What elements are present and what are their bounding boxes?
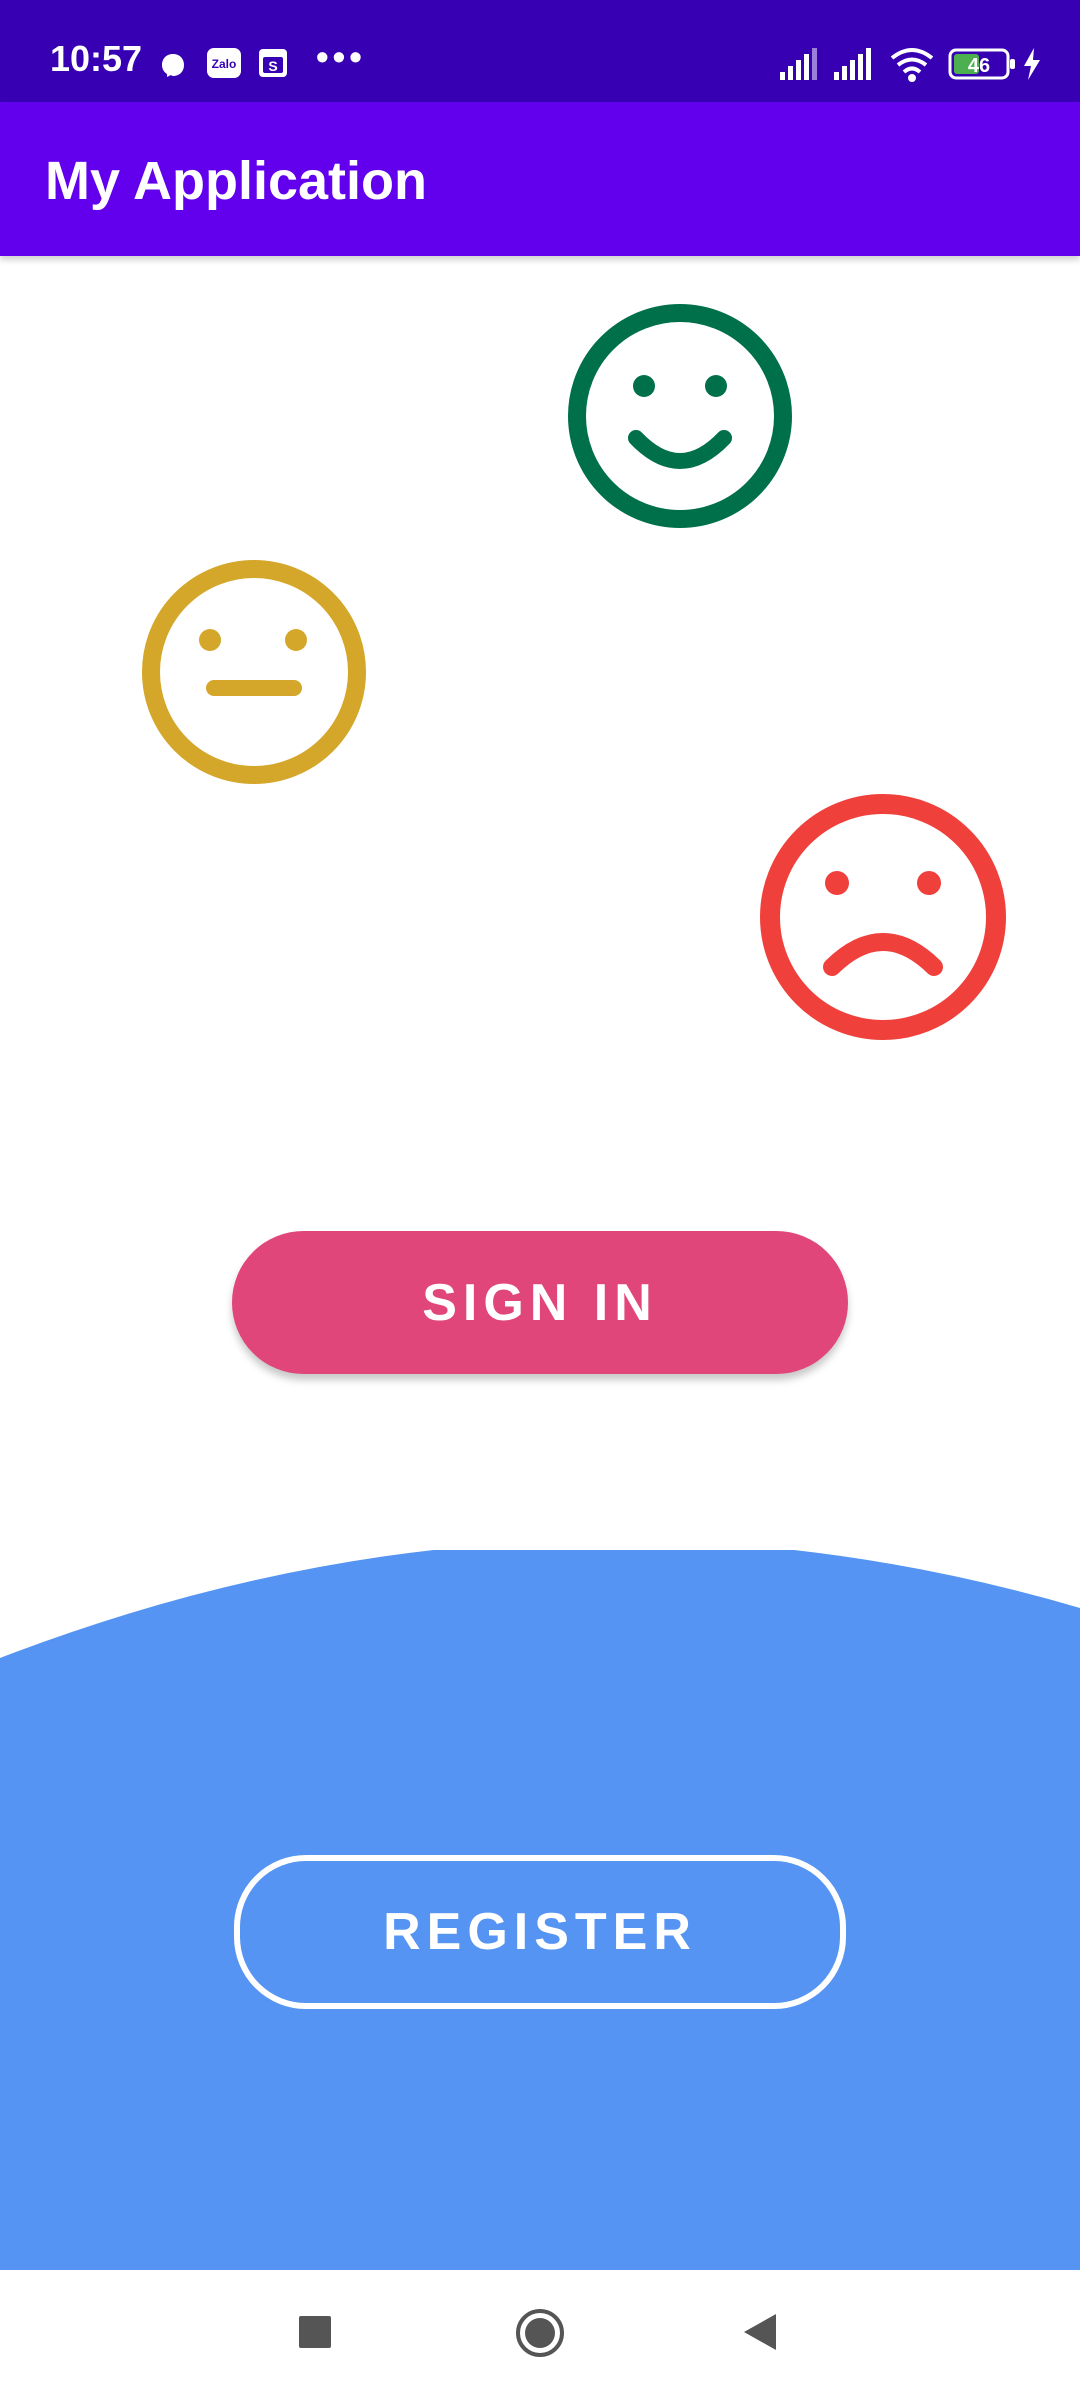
- recents-square-icon[interactable]: [297, 2314, 333, 2350]
- back-triangle-icon[interactable]: [742, 2312, 778, 2352]
- register-button[interactable]: REGISTER: [234, 1855, 846, 2009]
- svg-text:S: S: [268, 58, 277, 74]
- wifi-icon: [890, 48, 934, 82]
- status-bar: 10:57 Zalo S ••• 46: [0, 0, 1080, 102]
- app-bar: My Application: [0, 102, 1080, 256]
- home-circle-icon[interactable]: [514, 2307, 566, 2359]
- register-label: REGISTER: [383, 1903, 697, 1961]
- battery-level: 46: [968, 55, 990, 77]
- navigation-bar: [0, 2270, 1080, 2400]
- signal-icon: [780, 48, 817, 80]
- zalo-icon: Zalo: [207, 48, 241, 78]
- app-title: My Application: [45, 151, 428, 211]
- messenger-icon: [162, 54, 184, 77]
- sign-in-button[interactable]: SIGN IN: [232, 1231, 848, 1374]
- sad-face-icon: [760, 794, 1006, 1040]
- charging-icon: [1024, 48, 1040, 80]
- sign-in-label: SIGN IN: [422, 1273, 658, 1332]
- battery-icon: 46: [948, 48, 1015, 80]
- svg-text:Zalo: Zalo: [212, 57, 237, 71]
- status-time: 10:57: [50, 38, 143, 79]
- happy-face-icon: [568, 304, 792, 528]
- signal-icon: [834, 48, 871, 80]
- s-app-icon: S: [259, 49, 287, 77]
- more-notifications-icon: •••: [316, 36, 366, 77]
- neutral-face-icon: [142, 560, 366, 784]
